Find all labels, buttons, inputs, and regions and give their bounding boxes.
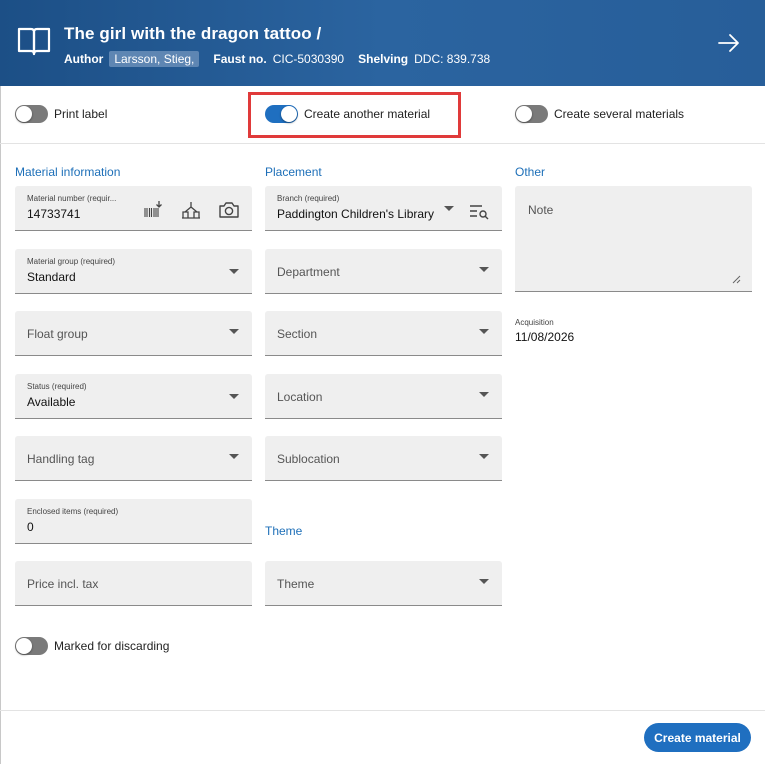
chevron-down-icon — [229, 454, 239, 459]
material-title: The girl with the dragon tattoo / — [64, 24, 322, 43]
enclosed-items-value[interactable]: 0 — [27, 520, 34, 534]
create-material-button[interactable]: Create material — [644, 723, 751, 752]
material-meta: Author Larsson, Stieg, Faust no. CIC-503… — [64, 51, 504, 67]
chevron-down-icon — [479, 267, 489, 272]
shelving-value: DDC: 839.738 — [414, 52, 491, 66]
status-value: Available — [27, 395, 76, 409]
note-placeholder: Note — [528, 203, 554, 217]
section-placeholder: Section — [277, 327, 318, 341]
handling-tag-placeholder: Handling tag — [27, 452, 95, 466]
acquisition-value: 11/08/2026 — [515, 330, 575, 344]
price-placeholder: Price incl. tax — [27, 577, 99, 591]
branch-value: Paddington Children's Library — [277, 207, 435, 221]
handling-tag-select[interactable]: Handling tag — [15, 436, 252, 481]
marked-discarding-text: Marked for discarding — [54, 639, 170, 653]
chevron-down-icon — [444, 206, 454, 211]
float-group-placeholder: Float group — [27, 327, 88, 341]
author-link[interactable]: Larsson, Stieg, — [109, 51, 200, 67]
highlight-annotation — [248, 92, 461, 138]
chevron-down-icon — [479, 454, 489, 459]
theme-select[interactable]: Theme — [265, 561, 502, 606]
chevron-down-icon — [229, 329, 239, 334]
section-theme: Theme — [265, 524, 303, 538]
material-header: The girl with the dragon tattoo / Author… — [0, 0, 765, 86]
material-group-value: Standard — [27, 270, 76, 284]
marked-discarding-toggle[interactable]: Marked for discarding — [15, 637, 169, 655]
enclosed-items-field[interactable]: Enclosed items (required) 0 — [15, 499, 252, 544]
status-select[interactable]: Status (required) Available — [15, 374, 252, 419]
faust-value: CIC-5030390 — [272, 52, 345, 66]
section-placement: Placement — [265, 165, 322, 179]
section-material-information: Material information — [15, 165, 121, 179]
section-select[interactable]: Section — [265, 311, 502, 356]
book-icon — [17, 27, 51, 56]
resize-grip-icon[interactable] — [732, 275, 741, 284]
barcode-download-icon[interactable] — [142, 200, 164, 220]
chevron-down-icon — [479, 392, 489, 397]
print-label-toggle[interactable]: Print label — [15, 105, 107, 123]
create-several-text: Create several materials — [554, 107, 685, 121]
sublocation-placeholder: Sublocation — [277, 452, 340, 466]
faust-label: Faust no. — [213, 52, 267, 66]
location-placeholder: Location — [277, 390, 323, 404]
material-number-label: Material number (requir... — [27, 194, 117, 203]
arrow-right-icon[interactable] — [718, 33, 740, 53]
material-number-value[interactable]: 14733741 — [27, 207, 80, 221]
acquisition-label: Acquisition — [515, 318, 554, 327]
status-label: Status (required) — [27, 382, 87, 391]
theme-placeholder: Theme — [277, 577, 315, 591]
camera-icon[interactable] — [218, 200, 240, 220]
section-other: Other — [515, 165, 546, 179]
price-field[interactable]: Price incl. tax — [15, 561, 252, 606]
toggle-switch[interactable] — [15, 105, 48, 123]
print-label-text: Print label — [54, 107, 108, 121]
chevron-down-icon — [479, 329, 489, 334]
location-select[interactable]: Location — [265, 374, 502, 419]
create-several-toggle[interactable]: Create several materials — [515, 105, 684, 123]
note-textarea[interactable]: Note — [515, 186, 752, 292]
enclosed-items-label: Enclosed items (required) — [27, 507, 119, 516]
shelving-label: Shelving — [358, 52, 409, 66]
toggle-switch[interactable] — [515, 105, 548, 123]
toggle-switch[interactable] — [15, 637, 48, 655]
chevron-down-icon — [229, 394, 239, 399]
split-icon[interactable] — [180, 200, 202, 220]
material-group-label: Material group (required) — [27, 257, 116, 266]
float-group-select[interactable]: Float group — [15, 311, 252, 356]
sublocation-select[interactable]: Sublocation — [265, 436, 502, 481]
material-group-select[interactable]: Material group (required) Standard — [15, 249, 252, 294]
chevron-down-icon — [479, 579, 489, 584]
branch-label: Branch (required) — [277, 194, 340, 203]
branch-select[interactable]: Branch (required) Paddington Children's … — [265, 186, 502, 231]
chevron-down-icon — [229, 269, 239, 274]
list-search-icon[interactable] — [468, 201, 490, 221]
department-placeholder: Department — [277, 265, 340, 279]
author-label: Author — [64, 52, 104, 66]
department-select[interactable]: Department — [265, 249, 502, 294]
material-number-field[interactable]: Material number (requir... 14733741 — [15, 186, 252, 231]
